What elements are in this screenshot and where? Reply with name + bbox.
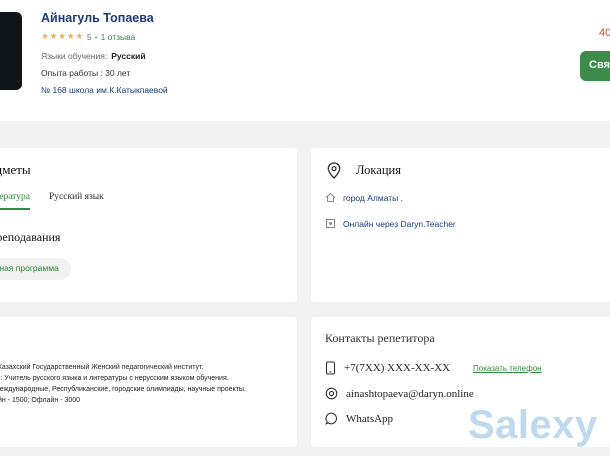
- price: 40: [599, 27, 610, 39]
- avatar[interactable]: [0, 12, 22, 90]
- education-details: е: Казахский Государственный Женский пед…: [0, 362, 246, 406]
- location-card: Локация город Алматы , Онлайн через Dary…: [311, 148, 610, 302]
- subject-tabs: итература Русский язык: [0, 192, 290, 214]
- experience: Опыта работы : 30 лет: [41, 68, 131, 78]
- education-achievements: : Международные, Республиканские, городс…: [0, 386, 246, 393]
- languages: Языки обучения: Русский: [41, 51, 146, 61]
- at-icon: [325, 387, 338, 400]
- location-city: город Алматы ,: [325, 192, 403, 203]
- phone-row: +7(7XX) XXX-XX-XX: [325, 361, 450, 375]
- rating-value: 5: [86, 31, 92, 42]
- teaching-method-title: преподавания: [0, 230, 61, 244]
- languages-label: Языки обучения:: [41, 51, 108, 61]
- whatsapp-label[interactable]: WhatsApp: [346, 413, 393, 425]
- email-address[interactable]: ainashtopaeva@daryn.online: [346, 388, 474, 400]
- location-pin-icon: [327, 162, 341, 184]
- salexy-watermark: Salexy: [468, 403, 598, 447]
- program-chip: льная программа: [0, 258, 71, 280]
- tutor-header-card: Айнагуль Топаева ★★★★★ 5 • 1 отзыва Язык…: [0, 0, 610, 121]
- education-institute: е: Казахский Государственный Женский пед…: [0, 364, 204, 371]
- school: № 168 школа им.К.Катыкпаевой: [41, 85, 168, 95]
- education-prices: лайн - 1500; Офлайн - 3000: [0, 397, 81, 404]
- reviews-link[interactable]: 1 отзыва: [101, 32, 136, 42]
- home-icon: [325, 192, 336, 202]
- location-city-label: город Алматы ,: [343, 192, 403, 203]
- contacts-title: Контакты репетитора: [325, 331, 435, 345]
- online-icon: [326, 219, 335, 228]
- location-title: Локация: [356, 163, 401, 177]
- tab-literature[interactable]: итература: [0, 192, 30, 210]
- phone-number: +7(7XX) XXX-XX-XX: [344, 362, 451, 374]
- languages-value: Русский: [111, 51, 146, 61]
- location-online: Онлайн через Daryn.Teacher: [325, 218, 456, 229]
- location-online-label: Онлайн через Daryn.Teacher: [343, 218, 456, 229]
- education-card: е: Казахский Государственный Женский пед…: [0, 317, 297, 447]
- contact-button[interactable]: Свя: [580, 51, 610, 81]
- rating-separator: •: [94, 31, 98, 42]
- whatsapp-icon: [325, 412, 337, 425]
- email-row: ainashtopaeva@daryn.online: [325, 387, 474, 400]
- show-phone-link[interactable]: Показать телефон: [473, 364, 542, 373]
- rating-stars-icon: ★★★★★: [41, 31, 84, 41]
- phone-icon: [325, 361, 336, 375]
- subjects-title: едметы: [0, 162, 31, 177]
- education-specialty: сть: Учитель русского языка и литературы…: [0, 375, 229, 382]
- rating: ★★★★★ 5 • 1 отзыва: [41, 31, 135, 42]
- tab-russian[interactable]: Русский язык: [49, 192, 104, 202]
- subjects-card: едметы итература Русский язык преподаван…: [0, 148, 297, 302]
- whatsapp-row[interactable]: WhatsApp: [325, 412, 393, 425]
- tutor-name[interactable]: Айнагуль Топаева: [41, 11, 154, 25]
